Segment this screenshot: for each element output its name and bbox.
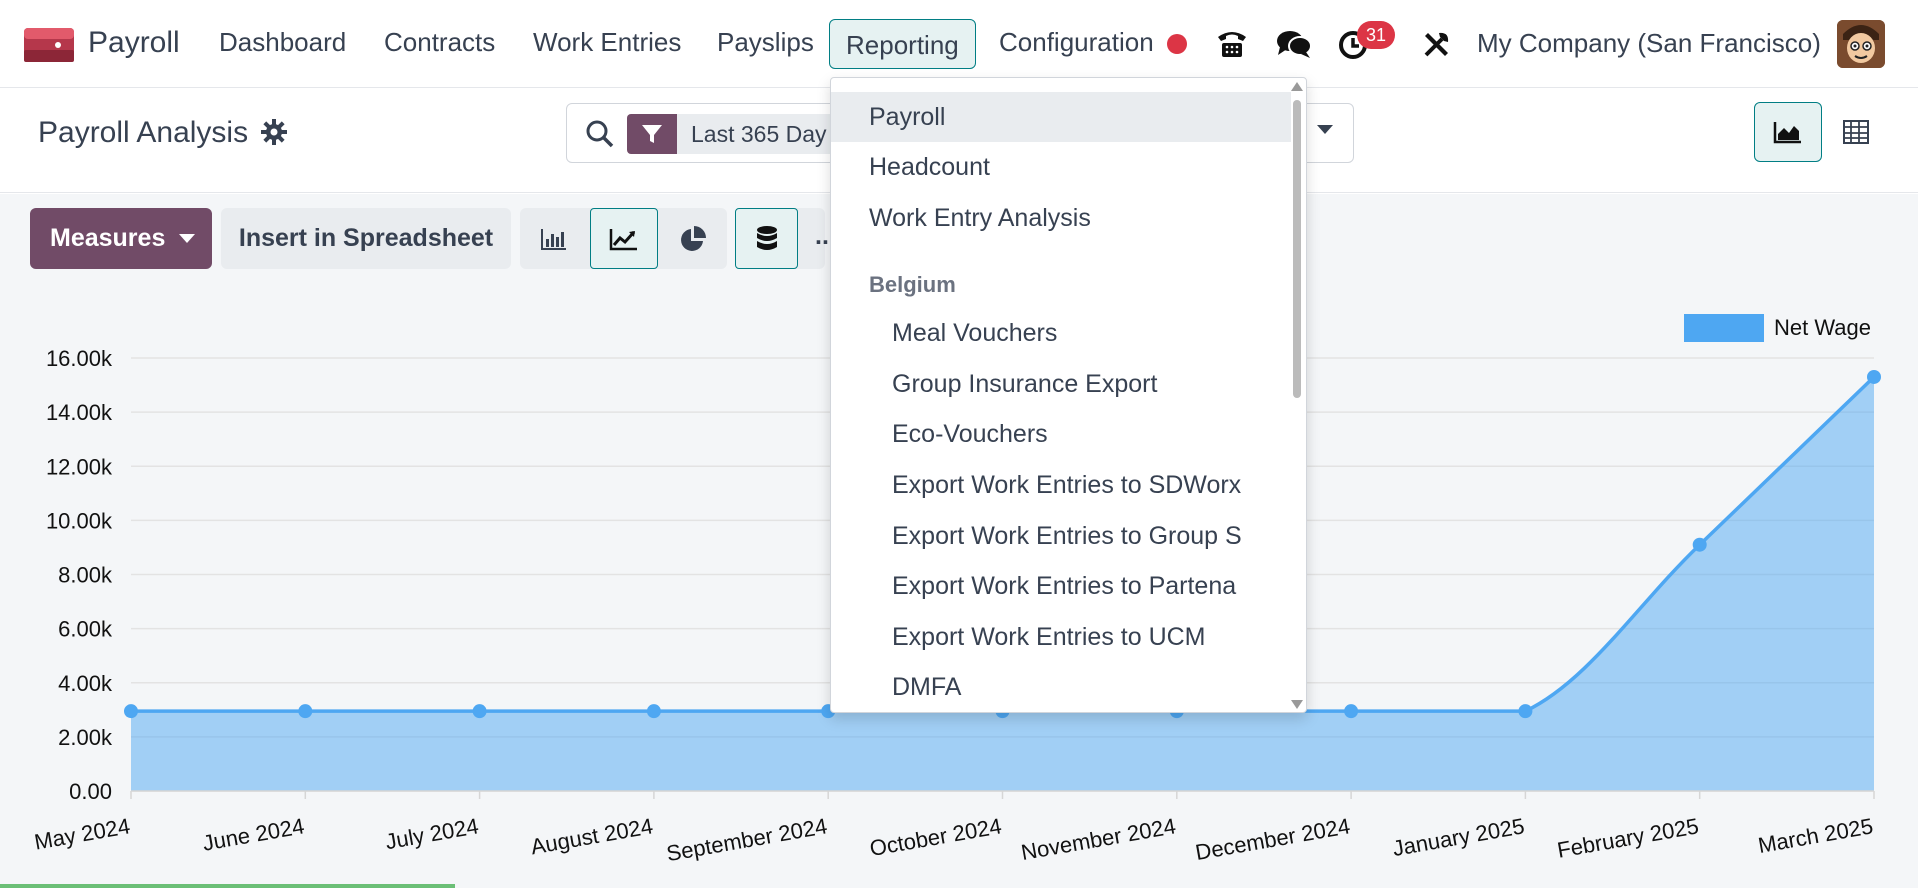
dropdown-item-work-entry-analysis[interactable]: Work Entry Analysis (831, 193, 1291, 243)
x-tick-label: July 2024 (383, 813, 480, 854)
data-point (1344, 704, 1359, 719)
line-chart-icon (609, 228, 637, 250)
dropdown-item-export-group-s[interactable]: Export Work Entries to Group S (831, 511, 1291, 561)
y-tick-label: 16.00k (46, 346, 113, 371)
data-point (1867, 369, 1881, 384)
dropdown-item-headcount[interactable]: Headcount (831, 142, 1291, 192)
dropdown-item-meal-vouchers[interactable]: Meal Vouchers (831, 308, 1291, 358)
data-point (472, 704, 487, 719)
x-tick-label: October 2024 (868, 813, 1004, 861)
stack-group (735, 208, 825, 269)
tools-icon[interactable] (1419, 26, 1455, 62)
caret-down-icon (179, 234, 196, 243)
x-tick-label: March 2025 (1756, 813, 1875, 858)
area-chart-icon (1773, 122, 1801, 144)
pie-chart-button[interactable] (659, 208, 727, 269)
data-point (646, 704, 661, 719)
top-navbar: Payroll Dashboard Contracts Work Entries… (0, 0, 1918, 88)
pivot-view-button[interactable] (1822, 102, 1890, 162)
x-tick-label: November 2024 (1019, 813, 1178, 865)
graph-view-button[interactable] (1754, 102, 1822, 162)
y-tick-label: 0.00 (69, 779, 112, 804)
gear-icon[interactable] (261, 119, 287, 145)
measures-button[interactable]: Measures (30, 208, 212, 269)
measures-label: Measures (50, 224, 166, 252)
menu-contracts[interactable]: Contracts (384, 27, 495, 58)
dropdown-item-dmfa[interactable]: DMFA (831, 662, 1291, 712)
menu-dashboard[interactable]: Dashboard (219, 27, 346, 58)
pie-chart-icon (681, 225, 706, 251)
data-point (1518, 704, 1533, 719)
chart-legend[interactable]: Net Wage (1684, 314, 1871, 342)
dropdown-item-group-insurance[interactable]: Group Insurance Export (831, 359, 1291, 409)
chat-icon[interactable] (1276, 26, 1312, 62)
dropdown-scrollbar[interactable] (1293, 100, 1301, 398)
dropdown-section-belgium: Belgium (869, 272, 956, 297)
menu-reporting[interactable]: Reporting (829, 19, 976, 69)
data-point (1692, 537, 1707, 552)
app-name[interactable]: Payroll (88, 26, 180, 60)
dropdown-item-payroll[interactable]: Payroll (831, 92, 1291, 142)
dropdown-item-export-partena[interactable]: Export Work Entries to Partena (831, 561, 1291, 611)
x-tick-label: May 2024 (32, 813, 131, 854)
scroll-down-arrow[interactable] (1291, 700, 1303, 709)
x-tick-label: December 2024 (1193, 813, 1352, 865)
filter-facet[interactable]: Last 365 Day (677, 114, 841, 154)
page-title: Payroll Analysis (38, 116, 249, 149)
loading-bar (0, 884, 455, 888)
user-avatar[interactable] (1837, 20, 1885, 68)
company-switcher[interactable]: My Company (San Francisco) (1477, 28, 1821, 59)
table-grid-icon (1843, 120, 1869, 144)
search-icon (586, 120, 614, 148)
scroll-up-arrow[interactable] (1291, 82, 1303, 91)
x-tick-label: June 2024 (201, 813, 307, 855)
y-tick-label: 8.00k (58, 563, 113, 588)
x-tick-label: August 2024 (529, 813, 655, 859)
y-tick-label: 4.00k (58, 671, 113, 696)
menu-work-entries[interactable]: Work Entries (533, 27, 681, 58)
payroll-app-icon[interactable] (24, 28, 74, 62)
menu-configuration[interactable]: Configuration (999, 27, 1154, 58)
legend-label: Net Wage (1774, 315, 1872, 340)
y-tick-label: 6.00k (58, 617, 113, 642)
stacked-button[interactable] (735, 208, 798, 269)
data-point (124, 704, 138, 719)
x-tick-label: September 2024 (665, 813, 830, 866)
status-dot (1167, 34, 1187, 54)
y-tick-label: 10.00k (46, 508, 113, 533)
reporting-dropdown: Payroll Headcount Work Entry Analysis Be… (830, 77, 1307, 713)
menu-payslips[interactable]: Payslips (717, 27, 814, 58)
bar-chart-icon (541, 228, 566, 250)
y-tick-label: 2.00k (58, 725, 113, 750)
legend-swatch (1684, 314, 1764, 342)
bar-chart-button[interactable] (520, 208, 588, 269)
search-options-toggle[interactable] (1317, 125, 1333, 134)
insert-spreadsheet-button[interactable]: Insert in Spreadsheet (221, 208, 511, 269)
dropdown-item-export-ucm[interactable]: Export Work Entries to UCM (831, 612, 1291, 662)
more-options[interactable]: .. (815, 222, 829, 251)
filter-icon (627, 114, 677, 154)
chart-type-group (520, 208, 727, 269)
y-tick-label: 14.00k (46, 400, 113, 425)
data-point (298, 704, 313, 719)
database-icon (756, 225, 777, 250)
phone-icon[interactable] (1214, 26, 1250, 62)
activity-count-badge: 31 (1357, 21, 1395, 49)
y-tick-label: 12.00k (46, 454, 113, 479)
dropdown-item-export-sdworx[interactable]: Export Work Entries to SDWorx (831, 460, 1291, 510)
x-tick-label: February 2025 (1555, 813, 1700, 862)
dropdown-item-eco-vouchers[interactable]: Eco-Vouchers (831, 409, 1291, 459)
x-tick-label: January 2025 (1391, 813, 1527, 861)
line-chart-button[interactable] (590, 208, 658, 269)
